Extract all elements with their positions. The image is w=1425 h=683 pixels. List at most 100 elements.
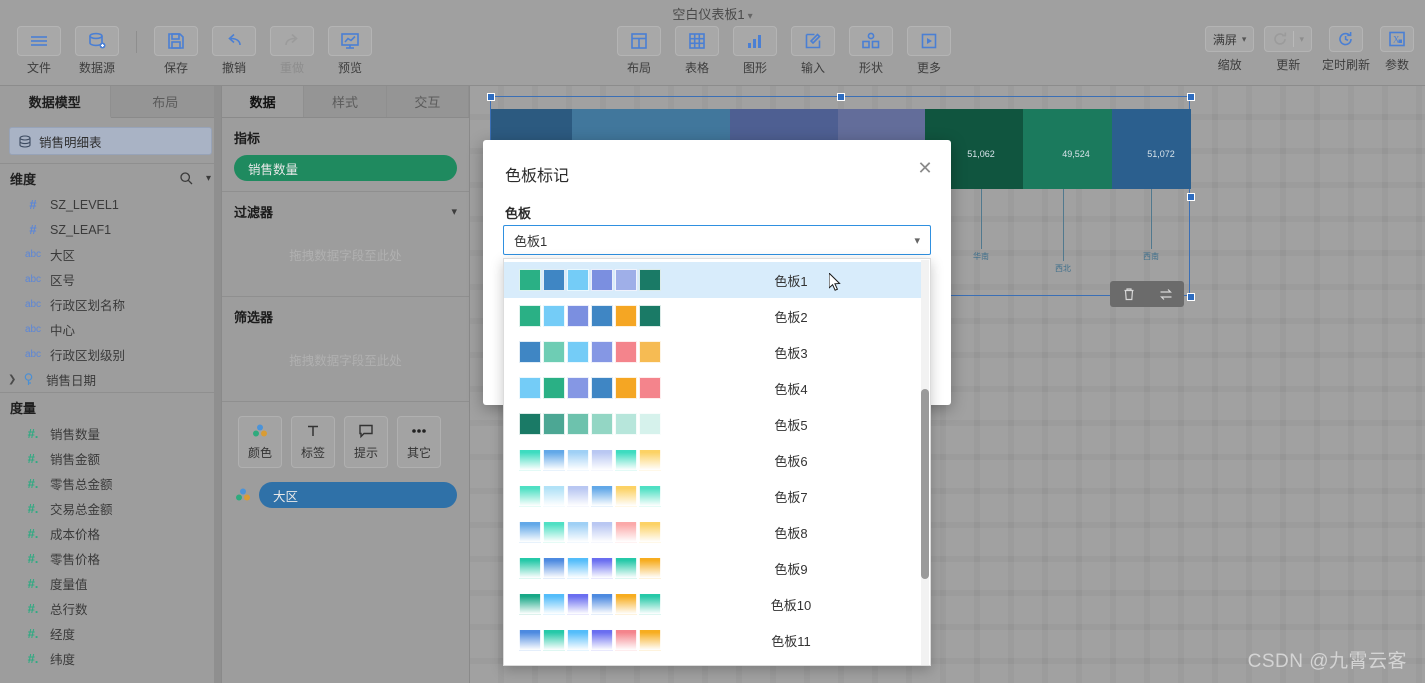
measure-field[interactable]: #. 总行数 [0,596,221,621]
search-icon[interactable] [179,171,194,186]
measure-type-icon: #. [27,626,39,641]
dimension-field[interactable]: # SZ_LEAF1 [0,217,221,242]
toolbar-button-layout[interactable]: 布局 [616,26,662,76]
toolbar-button-input[interactable]: 输入 [790,26,836,76]
datasource-label: 销售明细表 [39,135,102,150]
mark-button-label[interactable]: 标签 [291,416,335,468]
palette-option[interactable]: 色板6 [504,442,921,478]
mark-button-other[interactable]: 其它 [397,416,441,468]
measure-field[interactable]: #. 经度 [0,621,221,646]
palette-dropdown[interactable]: 色板1 色板2 色板3 色板4 色板5 色板6 色板7 色板8 色板9 色板10 色板11 [503,258,931,666]
dimension-field[interactable]: abc 区号 [0,267,221,292]
measure-field[interactable]: #. 纬度 [0,646,221,671]
parameter-button[interactable]: X [1380,26,1414,52]
palette-option[interactable]: 色板3 [504,334,921,370]
palette-swatch [543,377,565,399]
resize-handle-ne[interactable] [1187,93,1195,101]
palette-option[interactable]: 色板4 [504,370,921,406]
palette-select[interactable]: 色板1 ▾ [503,225,931,255]
slicer-title: 筛选器 [234,310,274,325]
measure-field[interactable]: #. 零售总金额 [0,471,221,496]
palette-swatch [591,593,613,615]
dimension-field[interactable]: abc 中心 [0,317,221,342]
palette-swatch [543,485,565,507]
toolbar-button-undo[interactable]: 撤销 [211,26,257,76]
datasource-item[interactable]: 销售明细表 [9,127,212,155]
toolbar-button-shape[interactable]: 形状 [848,26,894,76]
tab-style[interactable]: 样式 [304,86,387,117]
chevron-right-icon[interactable]: ❯ [8,374,18,385]
dimension-field[interactable]: abc 行政区划名称 [0,292,221,317]
palette-option[interactable]: 色板9 [504,550,921,586]
metric-chip-sales-qty[interactable]: 销售数量 [234,155,457,181]
trash-icon[interactable] [1122,287,1136,302]
dimension-group-date[interactable]: ❯ 销售日期 [0,367,221,392]
left-panel-scrollbar[interactable] [214,86,221,683]
palette-option-label: 色板6 [774,453,808,469]
dimension-field[interactable]: abc 大区 [0,242,221,267]
tab-layout[interactable]: 布局 [110,86,221,117]
dimension-field[interactable]: abc 行政区划级别 [0,342,221,367]
measure-field[interactable]: #. 零售价格 [0,546,221,571]
chart-leader-line [1063,189,1064,261]
metrics-section: 指标 销售数量 [222,118,469,192]
measure-label: 经度 [50,628,76,642]
measure-type-icon: #. [27,476,39,491]
palette-swatch [639,449,661,471]
resize-handle-e[interactable] [1187,193,1195,201]
measure-field[interactable]: #. 销售数量 [0,421,221,446]
resize-handle-n[interactable] [837,93,845,101]
chart-category-label: 西南 [1143,252,1159,261]
chevron-down-icon[interactable]: ▾ [748,11,753,22]
toolbar-button-preview[interactable]: 预览 [327,26,373,76]
measure-label: 度量值 [50,578,88,592]
bar-chart-icon [733,26,777,56]
toolbar-button-chart[interactable]: 图形 [732,26,778,76]
chart-category-label: 华南 [973,252,989,261]
resize-handle-se[interactable] [1187,293,1195,301]
dropdown-scrollbar-thumb[interactable] [921,389,929,579]
auto-refresh-button[interactable] [1328,26,1363,52]
slicer-dropzone[interactable]: 拖拽数据字段至此处 [222,330,469,391]
measure-field[interactable]: #. 销售金额 [0,446,221,471]
chevron-down-icon[interactable]: ▾ [206,173,211,184]
palette-option[interactable]: 色板8 [504,514,921,550]
tooltip-icon [357,423,375,439]
tab-interaction[interactable]: 交互 [386,86,469,117]
shapes-icon [849,26,893,56]
mark-button-color[interactable]: 颜色 [238,416,282,468]
tab-data-model[interactable]: 数据模型 [0,86,111,118]
zoom-select[interactable]: 满屏 ▾ [1204,26,1255,52]
measure-field[interactable]: #. 成本价格 [0,521,221,546]
palette-option[interactable]: 色板2 [504,298,921,334]
palette-swatch [543,521,565,543]
toolbar-button-redo[interactable]: 重做 [269,26,315,76]
toolbar-button-more[interactable]: 更多 [906,26,952,76]
document-title[interactable]: 空白仪表板1 ▾ [0,4,1425,23]
mark-button-tooltip[interactable]: 提示 [344,416,388,468]
resize-handle-nw[interactable] [487,93,495,101]
chevron-down-icon[interactable]: ▾ [451,205,457,218]
measure-field[interactable]: #. 交易总金额 [0,496,221,521]
tab-data[interactable]: 数据 [222,86,305,117]
close-icon[interactable]: ✕ [913,156,937,180]
refresh-button[interactable]: ▾ [1264,26,1312,52]
dimension-field[interactable]: # SZ_LEVEL1 [0,192,221,217]
swap-icon[interactable] [1159,287,1173,302]
chevron-down-icon[interactable]: ▾ [1299,34,1304,45]
edit-pencil-icon [791,26,835,56]
toolbar-button-datasource[interactable]: 数据源 [74,26,120,76]
palette-option[interactable]: 色板7 [504,478,921,514]
palette-swatch [615,305,637,327]
palette-option[interactable]: 色板5 [504,406,921,442]
toolbar-button-save[interactable]: 保存 [153,26,199,76]
toolbar-button-table[interactable]: 表格 [674,26,720,76]
zoom-label: 缩放 [1217,58,1242,72]
palette-option[interactable]: 色板11 [504,622,921,658]
filter-dropzone[interactable]: 拖拽数据字段至此处 [222,225,469,286]
palette-option[interactable]: 色板10 [504,586,921,622]
palette-option[interactable]: 色板1 [504,262,921,298]
mark-chip-region[interactable]: 大区 [259,482,457,508]
toolbar-button-file[interactable]: 文件 [16,26,62,76]
measure-field[interactable]: #. 度量值 [0,571,221,596]
